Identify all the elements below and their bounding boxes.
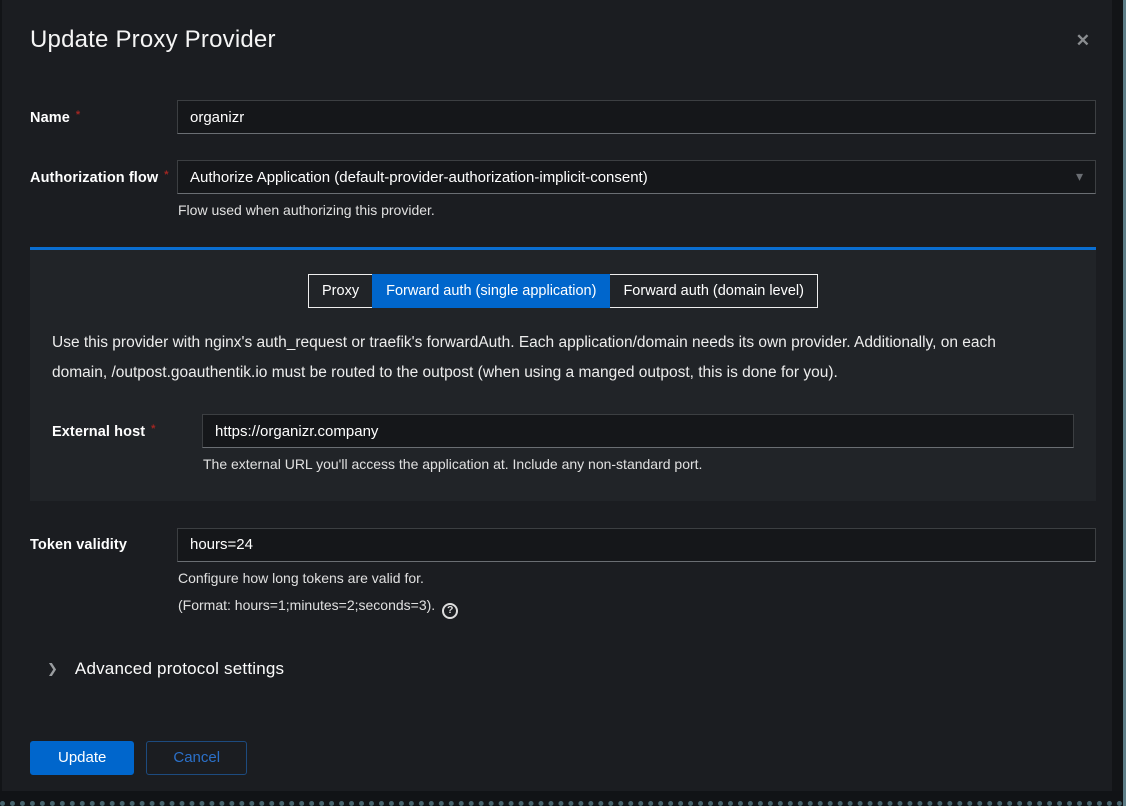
required-marker: * bbox=[164, 169, 168, 181]
authorization-flow-label: Authorization flow * bbox=[30, 160, 177, 186]
cancel-button[interactable]: Cancel bbox=[146, 741, 247, 775]
mode-description-line-1: Use this provider with nginx's auth_requ… bbox=[52, 328, 1074, 358]
tab-forward-auth-single-application[interactable]: Forward auth (single application) bbox=[372, 274, 610, 308]
name-control-col bbox=[177, 100, 1096, 134]
proxy-mode-card: Proxy Forward auth (single application) … bbox=[30, 247, 1096, 500]
tab-proxy[interactable]: Proxy bbox=[308, 274, 373, 308]
token-validity-field-row: Token validity Configure how long tokens… bbox=[30, 528, 1096, 619]
token-validity-format-text: (Format: hours=1;minutes=2;seconds=3). bbox=[178, 597, 435, 613]
update-proxy-provider-modal: Update Proxy Provider ✕ Name * Authorizat… bbox=[2, 0, 1112, 791]
update-button[interactable]: Update bbox=[30, 741, 134, 775]
required-marker: * bbox=[76, 109, 80, 121]
authorization-flow-help-text: Flow used when authorizing this provider… bbox=[177, 200, 1096, 220]
external-host-input[interactable] bbox=[202, 414, 1074, 448]
token-validity-input[interactable] bbox=[177, 528, 1096, 562]
screen: { "modal": { "title": "Update Proxy Prov… bbox=[0, 0, 1126, 806]
token-validity-label: Token validity bbox=[30, 528, 177, 553]
question-circle-icon[interactable]: ? bbox=[442, 603, 458, 619]
page-bottom-edge bbox=[0, 791, 1123, 806]
chevron-down-icon: ▾ bbox=[1076, 168, 1083, 185]
external-host-control-col: The external URL you'll access the appli… bbox=[202, 414, 1074, 474]
external-host-label-text: External host bbox=[52, 424, 145, 440]
mode-description: Use this provider with nginx's auth_requ… bbox=[52, 328, 1074, 388]
token-validity-format-help: (Format: hours=1;minutes=2;seconds=3).? bbox=[177, 595, 1096, 619]
external-host-field-row: External host * The external URL you'll a… bbox=[52, 414, 1074, 474]
authorization-flow-label-text: Authorization flow bbox=[30, 170, 158, 186]
external-host-label: External host * bbox=[52, 414, 202, 440]
proxy-mode-toggle-group: Proxy Forward auth (single application) … bbox=[52, 274, 1074, 308]
provider-form: Name * Authorization flow * Authorize Appl… bbox=[30, 100, 1096, 775]
token-validity-control-col: Configure how long tokens are valid for.… bbox=[177, 528, 1096, 619]
required-marker: * bbox=[151, 423, 155, 435]
modal-title: Update Proxy Provider bbox=[30, 26, 276, 54]
token-validity-label-text: Token validity bbox=[30, 537, 127, 553]
name-label: Name * bbox=[30, 100, 177, 126]
authorization-flow-select[interactable]: Authorize Application (default-provider-… bbox=[177, 160, 1096, 194]
advanced-protocol-settings-expander[interactable]: ❯ Advanced protocol settings bbox=[30, 659, 1096, 679]
chevron-right-icon: ❯ bbox=[47, 661, 58, 677]
name-label-text: Name bbox=[30, 110, 70, 126]
name-input[interactable] bbox=[177, 100, 1096, 134]
authorization-flow-selected-option: Authorize Application (default-provider-… bbox=[190, 169, 648, 186]
close-icon[interactable]: ✕ bbox=[1070, 28, 1096, 53]
token-validity-help-text: Configure how long tokens are valid for. bbox=[177, 568, 1096, 588]
modal-footer: Update Cancel bbox=[30, 741, 1096, 775]
modal-header: Update Proxy Provider ✕ bbox=[30, 26, 1096, 54]
mode-description-line-2: domain, /outpost.goauthentik.io must be … bbox=[52, 358, 1074, 388]
external-host-help-text: The external URL you'll access the appli… bbox=[202, 454, 1074, 474]
authorization-flow-field-row: Authorization flow * Authorize Applicatio… bbox=[30, 160, 1096, 220]
authorization-flow-control-col: Authorize Application (default-provider-… bbox=[177, 160, 1096, 220]
tab-forward-auth-domain-level[interactable]: Forward auth (domain level) bbox=[609, 274, 818, 308]
advanced-protocol-settings-label: Advanced protocol settings bbox=[75, 659, 284, 679]
name-field-row: Name * bbox=[30, 100, 1096, 134]
